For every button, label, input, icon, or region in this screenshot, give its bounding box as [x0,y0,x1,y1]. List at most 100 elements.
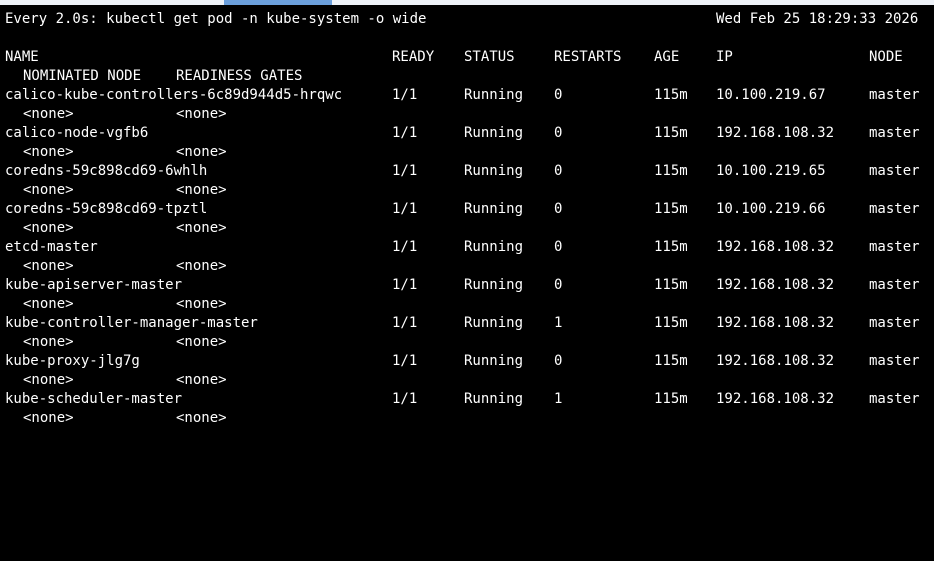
pod-ip: 192.168.108.32 [716,315,835,331]
pod-node: master [869,315,920,331]
pod-ready: 1/1 [392,125,418,141]
pod-ready: 1/1 [392,277,418,293]
pod-age: 115m [654,163,688,179]
pod-ip: 10.100.219.65 [716,163,826,179]
table-row: kube-apiserver-master 1/1 Running 0 115m… [0,276,934,295]
pod-nominated-node: <none> [23,372,74,388]
header-status: STATUS [464,49,515,65]
pod-status: Running [464,125,524,141]
pod-restarts: 0 [554,277,563,293]
pod-name: kube-scheduler-master [5,391,183,407]
pod-age: 115m [654,315,688,331]
pod-nominated-node: <none> [23,144,74,160]
pod-name: kube-controller-manager-master [5,315,258,331]
pod-readiness-gates: <none> [176,106,227,122]
pod-ready: 1/1 [392,353,418,369]
pod-nominated-node: <none> [23,410,74,426]
pod-readiness-gates: <none> [176,182,227,198]
pod-status: Running [464,201,524,217]
watch-datetime: Wed Feb 25 18:29:33 2026 [716,11,919,27]
table-row: calico-node-vgfb6 1/1 Running 0 115m 192… [0,124,934,143]
header-ready: READY [392,49,435,65]
pod-readiness-gates: <none> [176,220,227,236]
pod-restarts: 1 [554,391,563,407]
table-row: etcd-master 1/1 Running 0 115m 192.168.1… [0,238,934,257]
pod-nominated-node: <none> [23,220,74,236]
table-row: kube-controller-manager-master 1/1 Runni… [0,314,934,333]
pod-node: master [869,87,920,103]
pod-node: master [869,201,920,217]
table-row-wrapped: <none> <none> [0,333,934,352]
pod-node: master [869,277,920,293]
watch-header-line: Every 2.0s: kubectl get pod -n kube-syst… [0,10,934,29]
header-ip: IP [716,49,733,65]
header-readiness-gates: READINESS GATES [176,68,303,84]
pod-ready: 1/1 [392,239,418,255]
pod-name: coredns-59c898cd69-6whlh [5,163,208,179]
pod-age: 115m [654,353,688,369]
pod-status: Running [464,87,524,103]
table-row-wrapped: <none> <none> [0,371,934,390]
table-row: calico-kube-controllers-6c89d944d5-hrqwc… [0,86,934,105]
pod-age: 115m [654,391,688,407]
pod-restarts: 0 [554,353,563,369]
table-row: kube-proxy-jlg7g 1/1 Running 0 115m 192.… [0,352,934,371]
pod-nominated-node: <none> [23,258,74,274]
table-header-row-wrapped: NOMINATED NODE READINESS GATES [0,67,934,86]
pod-age: 115m [654,239,688,255]
pod-readiness-gates: <none> [176,258,227,274]
pod-readiness-gates: <none> [176,334,227,350]
pod-status: Running [464,239,524,255]
header-nominated-node: NOMINATED NODE [23,68,142,84]
pod-ready: 1/1 [392,87,418,103]
watch-command: Every 2.0s: kubectl get pod -n kube-syst… [5,11,427,27]
pod-age: 115m [654,87,688,103]
table-row-wrapped: <none> <none> [0,143,934,162]
table-row-wrapped: <none> <none> [0,219,934,238]
header-node: NODE [869,49,903,65]
pod-name: kube-apiserver-master [5,277,183,293]
pod-status: Running [464,163,524,179]
pod-restarts: 1 [554,315,563,331]
pod-restarts: 0 [554,163,563,179]
pod-name: etcd-master [5,239,98,255]
pod-readiness-gates: <none> [176,144,227,160]
pod-name: calico-kube-controllers-6c89d944d5-hrqwc [5,87,343,103]
pod-name: kube-proxy-jlg7g [5,353,140,369]
table-header-row: NAME READY STATUS RESTARTS AGE IP NODE [0,48,934,67]
pod-ip: 192.168.108.32 [716,239,835,255]
pod-node: master [869,125,920,141]
pod-node: master [869,163,920,179]
pod-age: 115m [654,201,688,217]
pod-restarts: 0 [554,87,563,103]
pod-status: Running [464,353,524,369]
pod-name: coredns-59c898cd69-tpztl [5,201,208,217]
pod-status: Running [464,391,524,407]
pod-status: Running [464,277,524,293]
header-age: AGE [654,49,680,65]
pod-nominated-node: <none> [23,182,74,198]
terminal-output[interactable]: Every 2.0s: kubectl get pod -n kube-syst… [0,0,934,443]
pod-ip: 10.100.219.66 [716,201,826,217]
table-row-wrapped: <none> <none> [0,105,934,124]
pod-ip: 192.168.108.32 [716,391,835,407]
pod-status: Running [464,315,524,331]
pod-nominated-node: <none> [23,296,74,312]
pod-ip: 192.168.108.32 [716,277,835,293]
pod-ip: 10.100.219.67 [716,87,826,103]
table-row-wrapped: <none> <none> [0,181,934,200]
table-row: coredns-59c898cd69-tpztl 1/1 Running 0 1… [0,200,934,219]
pod-age: 115m [654,277,688,293]
table-row-wrapped: <none> <none> [0,409,934,428]
pod-node: master [869,239,920,255]
pod-ready: 1/1 [392,201,418,217]
pod-ip: 192.168.108.32 [716,353,835,369]
pod-restarts: 0 [554,125,563,141]
pod-name: calico-node-vgfb6 [5,125,149,141]
header-name: NAME [5,49,39,65]
table-row: kube-scheduler-master 1/1 Running 1 115m… [0,390,934,409]
pod-ready: 1/1 [392,163,418,179]
pod-readiness-gates: <none> [176,296,227,312]
pod-restarts: 0 [554,201,563,217]
pod-node: master [869,391,920,407]
